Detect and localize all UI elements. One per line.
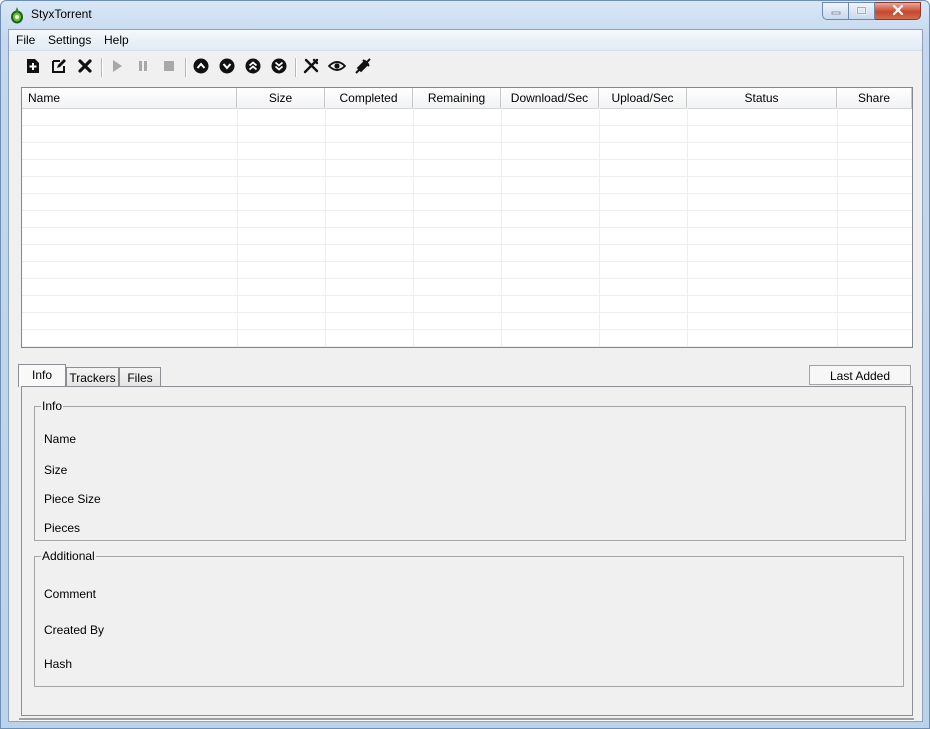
column-header-completed[interactable]: Completed bbox=[325, 88, 413, 108]
info-group: Info Name Size Piece Size Pieces bbox=[34, 399, 906, 541]
grid-row-line bbox=[22, 193, 912, 194]
column-header-name[interactable]: Name bbox=[22, 88, 237, 108]
toolbar bbox=[9, 52, 922, 82]
add-torrent-icon bbox=[25, 58, 41, 77]
close-icon bbox=[892, 4, 904, 18]
toolbar-separator bbox=[101, 58, 103, 77]
last-added-torrent-button[interactable]: Last Added Torrent bbox=[809, 365, 911, 403]
grid-row-line bbox=[22, 210, 912, 211]
move-down-icon bbox=[219, 58, 235, 77]
grid-column-line bbox=[599, 108, 600, 347]
caption-buttons bbox=[822, 2, 921, 20]
status-divider bbox=[19, 718, 914, 721]
label-created-by: Created By bbox=[44, 623, 105, 637]
grid-row-line bbox=[22, 295, 912, 296]
grid-column-line bbox=[501, 108, 502, 347]
settings-button[interactable] bbox=[301, 57, 321, 77]
column-header-status[interactable]: Status bbox=[687, 88, 837, 108]
move-bottom-button[interactable] bbox=[269, 57, 289, 77]
connect-button[interactable] bbox=[353, 57, 373, 77]
label-size: Size bbox=[44, 463, 68, 477]
info-group-legend: Info bbox=[42, 399, 63, 413]
move-up-icon bbox=[193, 58, 209, 77]
minimize-icon bbox=[831, 4, 841, 18]
minimize-button[interactable] bbox=[822, 2, 849, 20]
label-pieces: Pieces bbox=[44, 521, 81, 535]
move-bottom-icon bbox=[271, 58, 287, 77]
edit-torrent-button[interactable] bbox=[49, 57, 69, 77]
torrent-list[interactable]: Name Size Completed Remaining Download/S… bbox=[21, 87, 913, 348]
grid-row-line bbox=[22, 142, 912, 143]
menu-help[interactable]: Help bbox=[104, 33, 129, 47]
pause-icon bbox=[136, 59, 150, 76]
start-button[interactable] bbox=[107, 57, 127, 77]
grid-column-line bbox=[325, 108, 326, 347]
label-piece-size: Piece Size bbox=[44, 492, 101, 506]
column-header-upload-sec[interactable]: Upload/Sec bbox=[599, 88, 687, 108]
app-window: StyxTorrent File Settings Help Name Size… bbox=[0, 0, 930, 729]
toolbar-separator bbox=[295, 58, 297, 77]
label-hash: Hash bbox=[44, 657, 73, 671]
move-down-button[interactable] bbox=[217, 57, 237, 77]
grid-row-line bbox=[22, 278, 912, 279]
tab-files[interactable]: Files bbox=[119, 367, 161, 387]
view-button[interactable] bbox=[327, 57, 347, 77]
toolbar-separator bbox=[185, 58, 187, 77]
menu-file[interactable]: File bbox=[16, 33, 35, 47]
tab-info[interactable]: Info bbox=[18, 364, 66, 387]
column-header-size[interactable]: Size bbox=[237, 88, 325, 108]
start-icon bbox=[110, 59, 124, 76]
app-logo-icon bbox=[9, 6, 25, 24]
tab-trackers[interactable]: Trackers bbox=[66, 367, 119, 387]
grid-row-line bbox=[22, 176, 912, 177]
additional-group: Additional Comment Created By Hash bbox=[34, 549, 904, 687]
menu-bar: File Settings Help bbox=[9, 30, 922, 51]
grid-row-line bbox=[22, 125, 912, 126]
grid-column-line bbox=[413, 108, 414, 347]
title-bar[interactable]: StyxTorrent bbox=[1, 1, 929, 29]
grid-row-line bbox=[22, 244, 912, 245]
stop-button[interactable] bbox=[159, 57, 179, 77]
settings-tools-icon bbox=[303, 58, 319, 77]
grid-row-line bbox=[22, 261, 912, 262]
edit-icon bbox=[51, 58, 67, 77]
grid-row-line bbox=[22, 159, 912, 160]
additional-group-legend: Additional bbox=[42, 549, 95, 563]
menu-settings[interactable]: Settings bbox=[48, 33, 91, 47]
move-up-button[interactable] bbox=[191, 57, 211, 77]
grid-column-line bbox=[687, 108, 688, 347]
grid-row-line bbox=[22, 312, 912, 313]
view-eye-icon bbox=[327, 59, 347, 76]
stop-icon bbox=[162, 59, 176, 76]
label-name: Name bbox=[44, 432, 77, 446]
grid-row-line bbox=[22, 329, 912, 330]
grid-row-line bbox=[22, 346, 912, 347]
remove-icon bbox=[77, 58, 93, 77]
connect-plug-icon bbox=[354, 57, 372, 78]
column-header-remaining[interactable]: Remaining bbox=[413, 88, 501, 108]
close-button[interactable] bbox=[875, 2, 921, 20]
client-area: File Settings Help Name Size Completed R… bbox=[8, 29, 923, 722]
pause-button[interactable] bbox=[133, 57, 153, 77]
window-title: StyxTorrent bbox=[31, 7, 92, 21]
column-header-share[interactable]: Share bbox=[837, 88, 912, 108]
list-header: Name Size Completed Remaining Download/S… bbox=[22, 88, 912, 109]
move-top-button[interactable] bbox=[243, 57, 263, 77]
move-top-icon bbox=[245, 58, 261, 77]
maximize-button[interactable] bbox=[849, 2, 875, 20]
grid-row-line bbox=[22, 227, 912, 228]
remove-torrent-button[interactable] bbox=[75, 57, 95, 77]
label-comment: Comment bbox=[44, 587, 97, 601]
maximize-icon bbox=[856, 4, 867, 18]
column-header-download-sec[interactable]: Download/Sec bbox=[501, 88, 599, 108]
add-torrent-button[interactable] bbox=[23, 57, 43, 77]
grid-column-line bbox=[237, 108, 238, 347]
info-panel: Info Name Size Piece Size Pieces Additio… bbox=[21, 386, 913, 716]
grid-column-line bbox=[837, 108, 838, 347]
